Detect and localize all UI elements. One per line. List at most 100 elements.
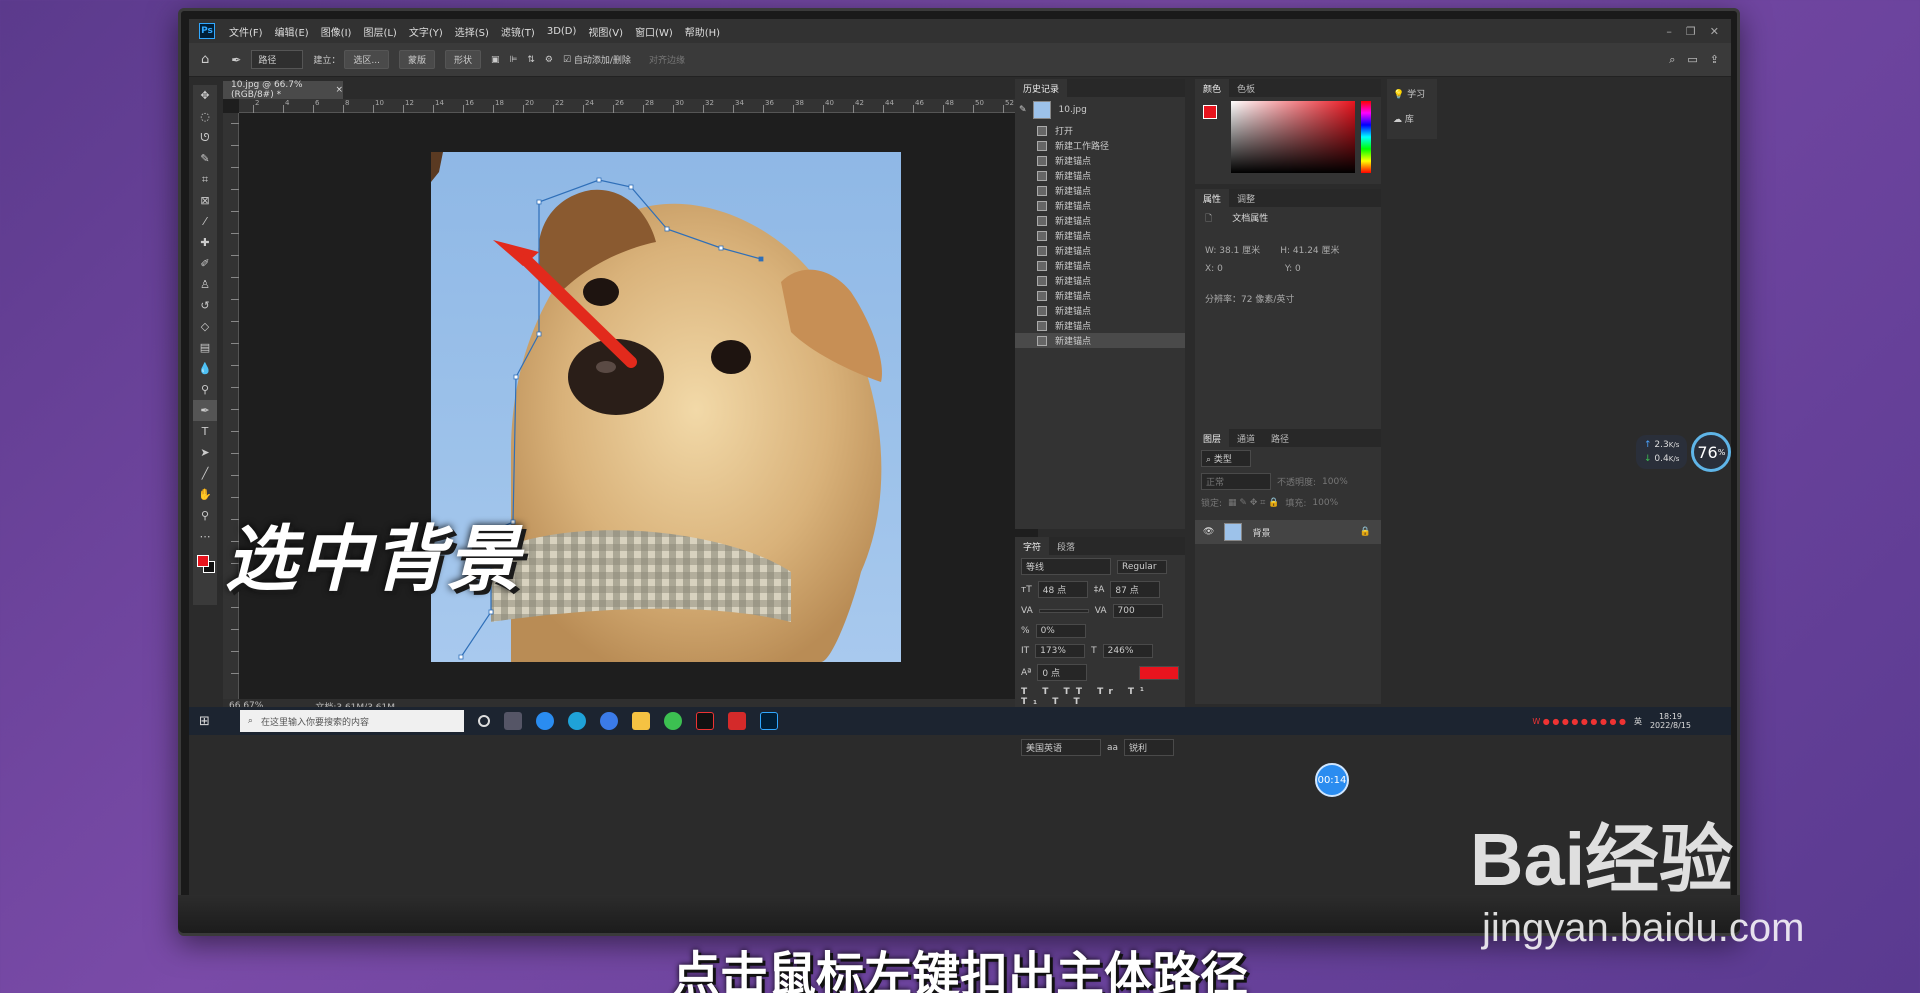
brush-tool-icon[interactable]: ✐ [193, 253, 217, 274]
path-alignment-icon[interactable]: ⊫ [509, 55, 517, 65]
color-field[interactable] [1231, 101, 1355, 173]
kerning-field[interactable] [1038, 609, 1089, 613]
history-item[interactable]: 新建锚点 [1015, 258, 1185, 273]
align-edges-label[interactable]: 对齐边缘 [649, 53, 685, 66]
layer-row[interactable]: 👁 背景 🔒 [1195, 520, 1381, 544]
task-view-icon[interactable] [503, 712, 522, 730]
move-tool-icon[interactable]: ✥ [193, 85, 217, 106]
history-brush-tool-icon[interactable]: ↺ [193, 295, 217, 316]
menu-image[interactable]: 图像(I) [315, 24, 358, 39]
menu-filter[interactable]: 滤镜(T) [495, 24, 541, 39]
anti-alias-select[interactable]: 锐利 [1124, 739, 1175, 756]
lasso-tool-icon[interactable]: ᘎ [193, 127, 217, 148]
tab-layers[interactable]: 图层 [1195, 429, 1230, 447]
make-selection-button[interactable]: 选区... [344, 50, 389, 69]
menu-help[interactable]: 帮助(H) [679, 24, 726, 39]
edge-icon[interactable] [567, 712, 586, 730]
type-tool-icon[interactable]: T [193, 421, 217, 442]
zoom-tool-icon[interactable]: ⚲ [193, 505, 217, 526]
eyedropper-tool-icon[interactable]: ⁄ [193, 211, 217, 232]
baseline-field[interactable]: 0 点 [1037, 664, 1088, 681]
clock[interactable]: 18:19 2022/8/15 [1650, 712, 1691, 730]
photoshop-taskbar-icon[interactable] [759, 712, 778, 730]
windows-start-icon[interactable]: ⊞ [199, 714, 210, 729]
tray-icons[interactable]: W ● ● ● ● ● ● ● ● ● [1532, 717, 1626, 726]
wps-icon[interactable] [727, 712, 746, 730]
hand-tool-icon[interactable]: ✋ [193, 484, 217, 505]
history-item[interactable]: 新建锚点 [1015, 213, 1185, 228]
x-value[interactable]: 0 [1217, 264, 1223, 274]
close-tab-icon[interactable]: × [335, 85, 343, 95]
width-value[interactable]: 38.1 厘米 [1219, 246, 1260, 256]
history-snapshot[interactable]: ✎ 10.jpg [1015, 97, 1185, 123]
taskbar-search-input[interactable]: 在这里输入你要搜索的内容 [261, 715, 369, 728]
path-select-tool-icon[interactable]: ➤ [193, 442, 217, 463]
layer-name[interactable]: 背景 [1252, 526, 1270, 539]
quick-select-tool-icon[interactable]: ✎ [193, 148, 217, 169]
height-value[interactable]: 41.24 厘米 [1293, 246, 1340, 256]
history-item[interactable]: 新建锚点 [1015, 273, 1185, 288]
tracking-field[interactable]: 700 [1112, 604, 1163, 618]
scale-field[interactable]: 0% [1035, 624, 1086, 638]
path-operations-icon[interactable]: ▣ [491, 55, 500, 65]
library-button[interactable]: ☁ 库 [1387, 108, 1437, 129]
layer-kind-filter[interactable]: ⌕ 类型 [1201, 450, 1251, 467]
browser-icon[interactable] [535, 712, 554, 730]
gradient-tool-icon[interactable]: ▤ [193, 337, 217, 358]
workspace-icon[interactable]: ▭ [1687, 53, 1697, 67]
menu-3d[interactable]: 3D(D) [541, 26, 583, 37]
menu-layer[interactable]: 图层(L) [357, 24, 402, 39]
learn-button[interactable]: 💡 学习 [1387, 79, 1437, 108]
canvas-area[interactable]: 2 4 6 8 10 12 14 16 18 20 22 24 26 28 30 32 34 36 38 40 42 44… [223, 99, 1038, 699]
pen-mode-select[interactable]: 路径 [251, 50, 304, 69]
tiktok-icon[interactable] [695, 712, 714, 730]
menu-file[interactable]: 文件(F) [223, 24, 269, 39]
memory-usage-gauge[interactable]: 76% [1691, 432, 1732, 472]
dodge-tool-icon[interactable]: ⚲ [193, 379, 217, 400]
history-item[interactable]: 新建锚点 [1015, 183, 1185, 198]
tab-channels[interactable]: 通道 [1229, 429, 1263, 447]
close-icon[interactable]: ✕ [1710, 25, 1719, 38]
menu-type[interactable]: 文字(Y) [403, 24, 449, 39]
tab-swatches[interactable]: 色板 [1229, 79, 1263, 97]
eye-icon[interactable]: 👁 [1203, 527, 1214, 537]
leading-field[interactable]: 87 点 [1110, 581, 1161, 598]
line-tool-icon[interactable]: ╱ [193, 463, 217, 484]
wechat-icon[interactable] [663, 712, 682, 730]
tab-adjustments[interactable]: 调整 [1229, 189, 1263, 207]
healing-tool-icon[interactable]: ✚ [193, 232, 217, 253]
auto-add-delete-checkbox[interactable]: ☑ 自动添加/删除 [563, 53, 631, 67]
search-icon[interactable]: ⌕ [1669, 53, 1675, 67]
blur-tool-icon[interactable]: 💧 [193, 358, 217, 379]
eraser-tool-icon[interactable]: ◇ [193, 316, 217, 337]
pen-tool-icon-active[interactable]: ✒ [193, 400, 217, 421]
history-item[interactable]: 新建锚点 [1015, 168, 1185, 183]
blend-mode-select[interactable]: 正常 [1201, 473, 1271, 490]
tab-properties[interactable]: 属性 [1195, 189, 1230, 207]
history-item[interactable]: 打开 [1015, 123, 1185, 138]
tab-paragraph[interactable]: 段落 [1049, 537, 1083, 555]
cortana-icon[interactable] [477, 715, 490, 727]
history-item[interactable]: 新建锚点 [1015, 318, 1185, 333]
make-shape-button[interactable]: 形状 [444, 50, 481, 69]
font-size-field[interactable]: 48 点 [1037, 581, 1088, 598]
language-select[interactable]: 美国英语 [1021, 739, 1101, 756]
share-icon[interactable]: ⇪ [1710, 53, 1719, 67]
menu-view[interactable]: 视图(V) [582, 24, 629, 39]
history-item[interactable]: 新建锚点 [1015, 153, 1185, 168]
tab-color[interactable]: 颜色 [1195, 79, 1230, 97]
foreground-color-swatch[interactable] [197, 555, 209, 567]
sogou-icon[interactable] [599, 712, 618, 730]
font-family-select[interactable]: 等线 [1021, 558, 1111, 575]
y-value[interactable]: 0 [1295, 264, 1301, 274]
history-item[interactable]: 新建锚点 [1015, 333, 1185, 348]
color-fg-swatch[interactable] [1203, 105, 1217, 119]
recording-timer[interactable]: 00:14 [1315, 763, 1349, 797]
hue-slider[interactable] [1361, 101, 1371, 173]
ime-indicator[interactable]: 英 [1634, 716, 1642, 727]
more-tools-icon[interactable]: ⋯ [193, 526, 217, 547]
frame-tool-icon[interactable]: ⊠ [193, 190, 217, 211]
file-explorer-icon[interactable] [631, 712, 650, 730]
menu-window[interactable]: 窗口(W) [629, 24, 679, 39]
font-style-select[interactable]: Regular [1117, 559, 1167, 574]
